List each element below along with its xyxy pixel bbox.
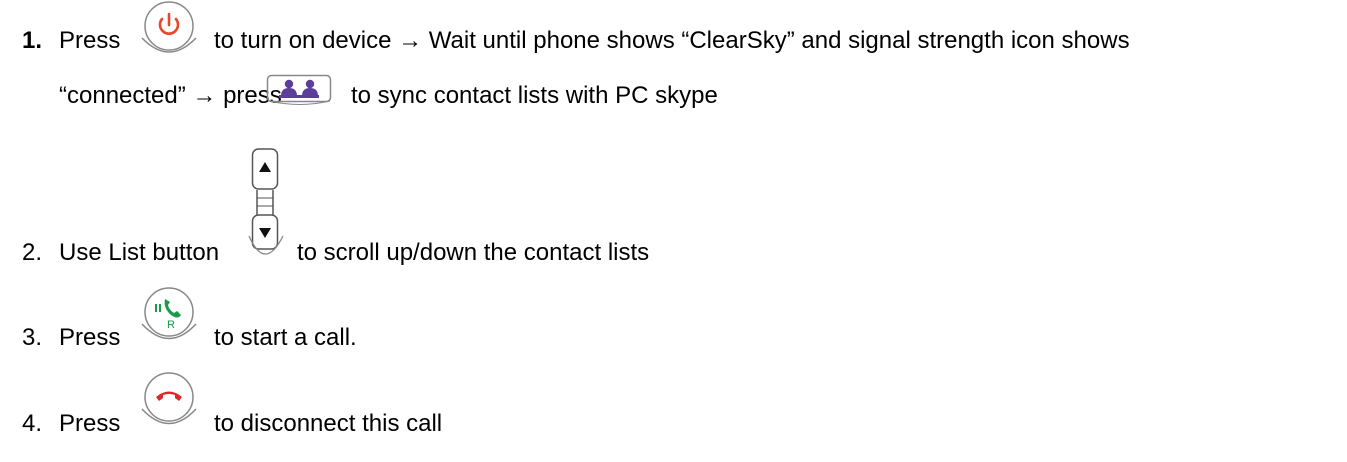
step-number: 3. <box>22 324 43 351</box>
power-button-icon <box>141 1 197 53</box>
call-button-glyph: R <box>167 319 175 331</box>
step-text: Press <box>59 27 121 54</box>
step-text: to start a call. <box>214 324 357 351</box>
step-text: “connected” → press <box>59 82 282 109</box>
step-text: to scroll up/down the contact lists <box>297 239 650 266</box>
call-button-icon: R <box>141 287 197 340</box>
step-text: Use List button <box>59 239 220 266</box>
step-text: to turn on device → Wait until phone sho… <box>214 27 1130 54</box>
step-text: to disconnect this call <box>214 410 443 437</box>
list-up-down-button-icon <box>248 148 284 255</box>
step-number: 2. <box>22 239 43 266</box>
step-number: 1. <box>22 27 43 54</box>
end-call-button-icon <box>141 372 197 425</box>
step-text: Press <box>59 324 121 351</box>
step-text: Press <box>59 410 121 437</box>
step-text: to sync contact lists with PC skype <box>351 82 718 109</box>
step-number: 4. <box>22 410 43 437</box>
contacts-sync-button-icon <box>266 74 332 105</box>
